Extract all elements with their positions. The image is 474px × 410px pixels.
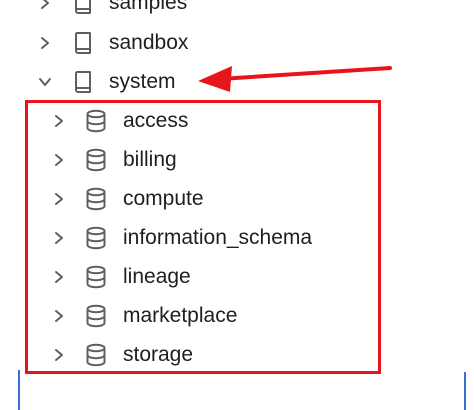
chevron-right-icon[interactable] — [52, 348, 66, 362]
tree-item-label: sandbox — [109, 31, 189, 54]
catalog-tree-panel: samples sandbox system access billing co… — [0, 0, 474, 410]
tree-item-information-schema[interactable]: information_schema — [0, 223, 380, 253]
tree-item-sandbox[interactable]: sandbox — [0, 28, 474, 58]
database-icon — [86, 109, 106, 133]
tree-item-label: lineage — [123, 265, 191, 288]
chevron-right-icon[interactable] — [38, 0, 52, 10]
chevron-right-icon[interactable] — [52, 309, 66, 323]
tree-item-label: marketplace — [123, 304, 238, 327]
catalog-book-icon — [75, 71, 91, 93]
tree-item-access[interactable]: access — [0, 106, 380, 136]
tree-item-marketplace[interactable]: marketplace — [0, 301, 380, 331]
tree-item-lineage[interactable]: lineage — [0, 262, 380, 292]
tree-item-label: compute — [123, 187, 204, 210]
chevron-right-icon[interactable] — [52, 231, 66, 245]
annotation-arrow — [198, 66, 392, 92]
database-icon — [86, 304, 106, 328]
tree-item-storage[interactable]: storage — [0, 340, 380, 370]
tree-item-label: storage — [123, 343, 194, 366]
chevron-right-icon[interactable] — [52, 153, 66, 167]
chevron-right-icon[interactable] — [52, 114, 66, 128]
tree-item-label: information_schema — [123, 226, 313, 249]
database-icon — [86, 148, 106, 172]
chevron-right-icon[interactable] — [52, 192, 66, 206]
chevron-down-icon[interactable] — [38, 75, 52, 89]
tree-item-label: billing — [123, 148, 177, 171]
tree-item-label: access — [123, 109, 189, 132]
database-icon — [86, 187, 106, 211]
database-icon — [86, 226, 106, 250]
catalog-book-icon — [75, 32, 91, 54]
panel-edge-right — [464, 372, 466, 410]
tree-item-label: system — [109, 70, 176, 93]
database-icon — [86, 265, 106, 289]
panel-edge-left — [18, 370, 20, 410]
tree-item-label: samples — [109, 0, 188, 14]
chevron-right-icon[interactable] — [52, 270, 66, 284]
tree-item-compute[interactable]: compute — [0, 184, 380, 214]
tree-item-samples[interactable]: samples — [0, 0, 474, 18]
database-icon — [86, 343, 106, 367]
tree-item-billing[interactable]: billing — [0, 145, 380, 175]
chevron-right-icon[interactable] — [38, 36, 52, 50]
catalog-book-icon — [75, 0, 91, 14]
